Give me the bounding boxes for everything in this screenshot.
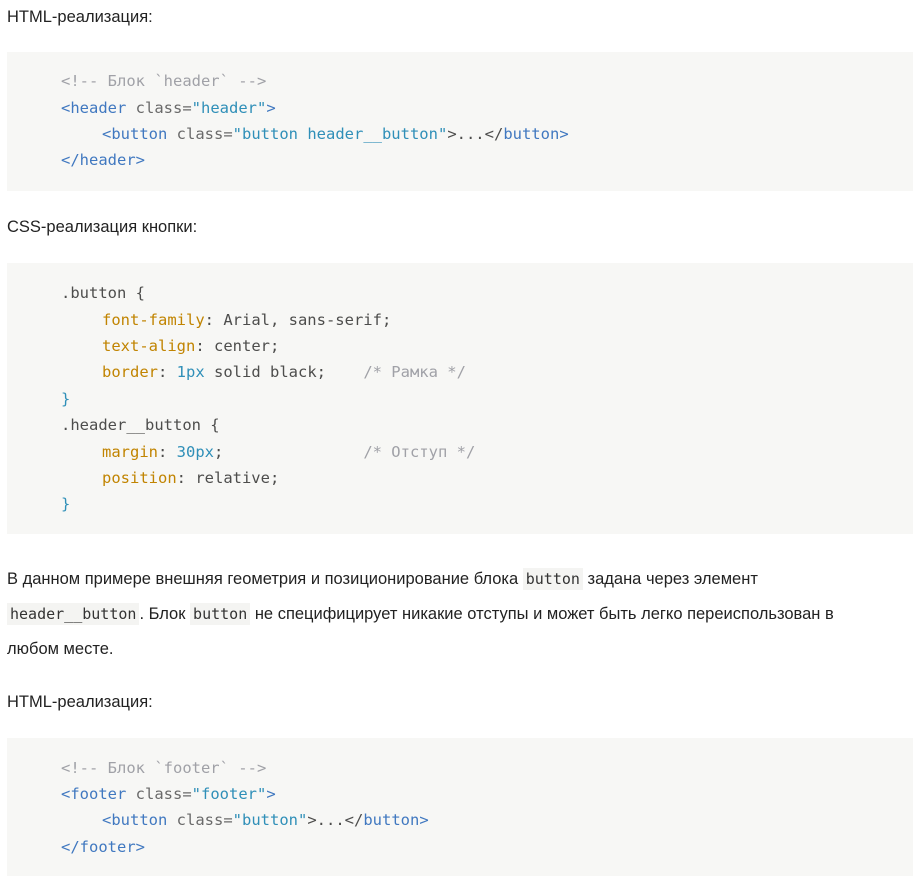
code-line: margin: 30px; /* Отступ */ [61, 442, 475, 462]
code-number: 30px [176, 443, 214, 461]
code-punct: > [135, 151, 146, 169]
inline-code: header__button [7, 603, 140, 625]
prose-text: задана через элемент [582, 570, 758, 588]
code-string: "footer" [191, 785, 267, 803]
code-tag: footer [70, 785, 127, 803]
code-tag: header [70, 99, 127, 117]
code-attr: class= [126, 785, 192, 803]
code-selector: .button { [61, 284, 145, 302]
code-brace: } [61, 390, 71, 408]
code-comment: <!-- Блок `header` --> [61, 72, 267, 90]
code-comment: /* Отступ */ [363, 443, 476, 461]
inline-code: button [522, 568, 583, 590]
code-punct: </ [61, 838, 80, 856]
code-tag: button [111, 811, 168, 829]
code-punct: > [559, 125, 569, 143]
inline-code: button [190, 603, 251, 625]
code-line: .header__button { [61, 415, 220, 435]
code-line: <button class="button header__button">..… [61, 124, 569, 144]
code-attr: class= [167, 125, 233, 143]
code-tag: button [111, 125, 168, 143]
code-line: border: 1px solid black; /* Рамка */ [61, 362, 466, 382]
code-string: "header" [191, 99, 267, 117]
code-line: <button class="button">...</button> [61, 810, 429, 830]
prose-text: В данном примере внешняя геометрия и поз… [7, 570, 523, 588]
code-punct: > [266, 785, 276, 803]
code-punct: > [266, 99, 276, 117]
prose-text: . Блок [139, 605, 191, 623]
code-block-html-footer: <!-- Блок `footer` --> <footer class="fo… [7, 738, 913, 876]
code-property: position [102, 469, 177, 487]
code-line: </footer> [61, 837, 145, 857]
code-punct: < [61, 99, 71, 117]
code-text: : [158, 443, 177, 461]
code-string: "button" [232, 811, 308, 829]
code-value: : Arial, sans-serif; [204, 311, 392, 329]
code-text: >...</ [307, 811, 364, 829]
prose-line: header__button. Блок button не специфици… [7, 597, 907, 632]
code-line: text-align: center; [61, 336, 279, 356]
code-line: .button { [61, 283, 145, 303]
code-comment: /* Рамка */ [363, 363, 466, 381]
code-value: : relative; [176, 469, 280, 487]
code-punct: < [102, 811, 112, 829]
code-line: <!-- Блок `header` --> [61, 71, 266, 91]
code-text: >...</ [447, 125, 504, 143]
code-comment: <!-- Блок `footer` --> [61, 759, 267, 777]
code-tag: button [363, 811, 420, 829]
code-line: <!-- Блок `footer` --> [61, 758, 266, 778]
code-attr: class= [126, 99, 192, 117]
code-punct: </ [61, 151, 80, 169]
code-tag: button [503, 125, 560, 143]
prose-text: не специфицирует никакие отступы и может… [250, 605, 834, 623]
heading-html-implementation-2: HTML-реализация: [7, 693, 153, 711]
code-string: "button header__button" [232, 125, 448, 143]
prose-line: В данном примере внешняя геометрия и поз… [7, 562, 907, 597]
code-text: : [158, 363, 177, 381]
code-attr: class= [167, 811, 233, 829]
code-punct: < [61, 785, 71, 803]
code-line: } [61, 494, 70, 514]
code-line: <footer class="footer"> [61, 784, 276, 804]
code-value: ; [214, 443, 364, 461]
explanation-paragraph: В данном примере внешняя геометрия и поз… [7, 562, 907, 667]
code-property: border [102, 363, 158, 381]
code-punct: > [419, 811, 429, 829]
code-line: font-family: Arial, sans-serif; [61, 310, 391, 330]
prose-line: любом месте. [7, 632, 907, 667]
code-block-html-header: <!-- Блок `header` --> <header class="he… [7, 52, 913, 191]
code-property: text-align [102, 337, 196, 355]
code-line: </header> [61, 150, 145, 170]
code-brace: } [61, 495, 71, 513]
code-punct: < [102, 125, 112, 143]
code-line: } [61, 389, 70, 409]
code-tag: header [79, 151, 136, 169]
code-selector: .header__button { [61, 416, 220, 434]
prose-text: любом месте. [7, 640, 114, 658]
heading-css-implementation: CSS-реализация кнопки: [7, 218, 198, 236]
code-property: font-family [102, 311, 205, 329]
heading-html-implementation: HTML-реализация: [7, 8, 153, 26]
code-punct: > [135, 838, 146, 856]
code-line: position: relative; [61, 468, 279, 488]
code-block-css: .button { font-family: Arial, sans-serif… [7, 263, 913, 534]
code-tag: footer [79, 838, 136, 856]
code-number: 1px [176, 363, 205, 381]
code-line: <header class="header"> [61, 98, 276, 118]
code-value: solid black; [204, 363, 364, 381]
code-value: : center; [195, 337, 280, 355]
code-property: margin [102, 443, 158, 461]
